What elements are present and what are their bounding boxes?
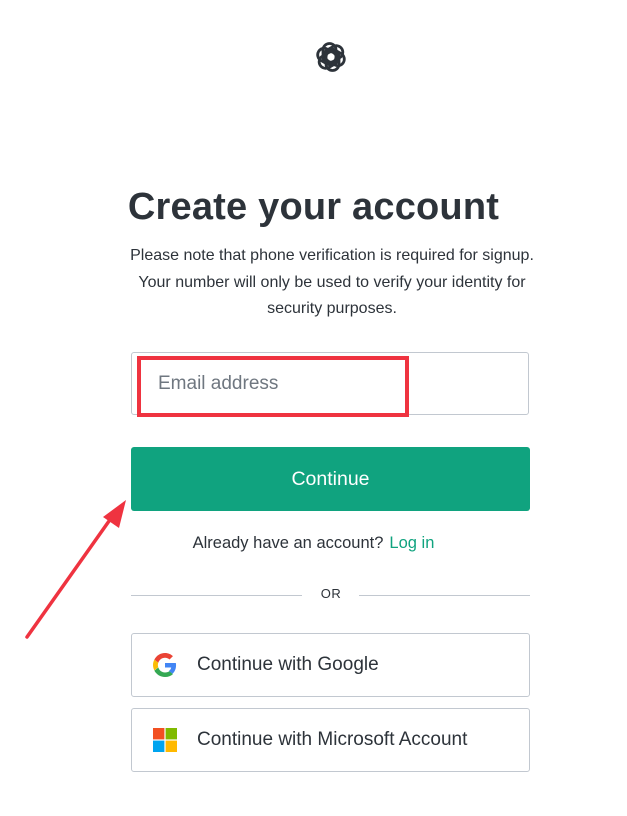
login-prompt-text: Already have an account? [192,534,384,552]
openai-logo-icon [316,42,346,72]
page-title: Create your account [127,186,500,228]
divider-line-right [359,595,530,596]
email-input[interactable] [158,353,518,414]
google-icon [153,653,177,677]
page-subtitle: Please note that phone verification is r… [130,247,534,317]
divider-label: OR [320,586,342,601]
microsoft-signin-button[interactable]: Continue with Microsoft Account [131,708,530,772]
login-prompt-row: Already have an account? Log in [0,534,627,553]
google-signin-label: Continue with Google [197,654,379,675]
login-link[interactable]: Log in [389,534,434,552]
google-signin-button[interactable]: Continue with Google [131,633,530,697]
email-field[interactable] [131,352,529,415]
microsoft-icon [153,728,177,752]
continue-button[interactable]: Continue [131,447,530,511]
divider-line-left [131,595,302,596]
microsoft-signin-label: Continue with Microsoft Account [197,729,468,750]
